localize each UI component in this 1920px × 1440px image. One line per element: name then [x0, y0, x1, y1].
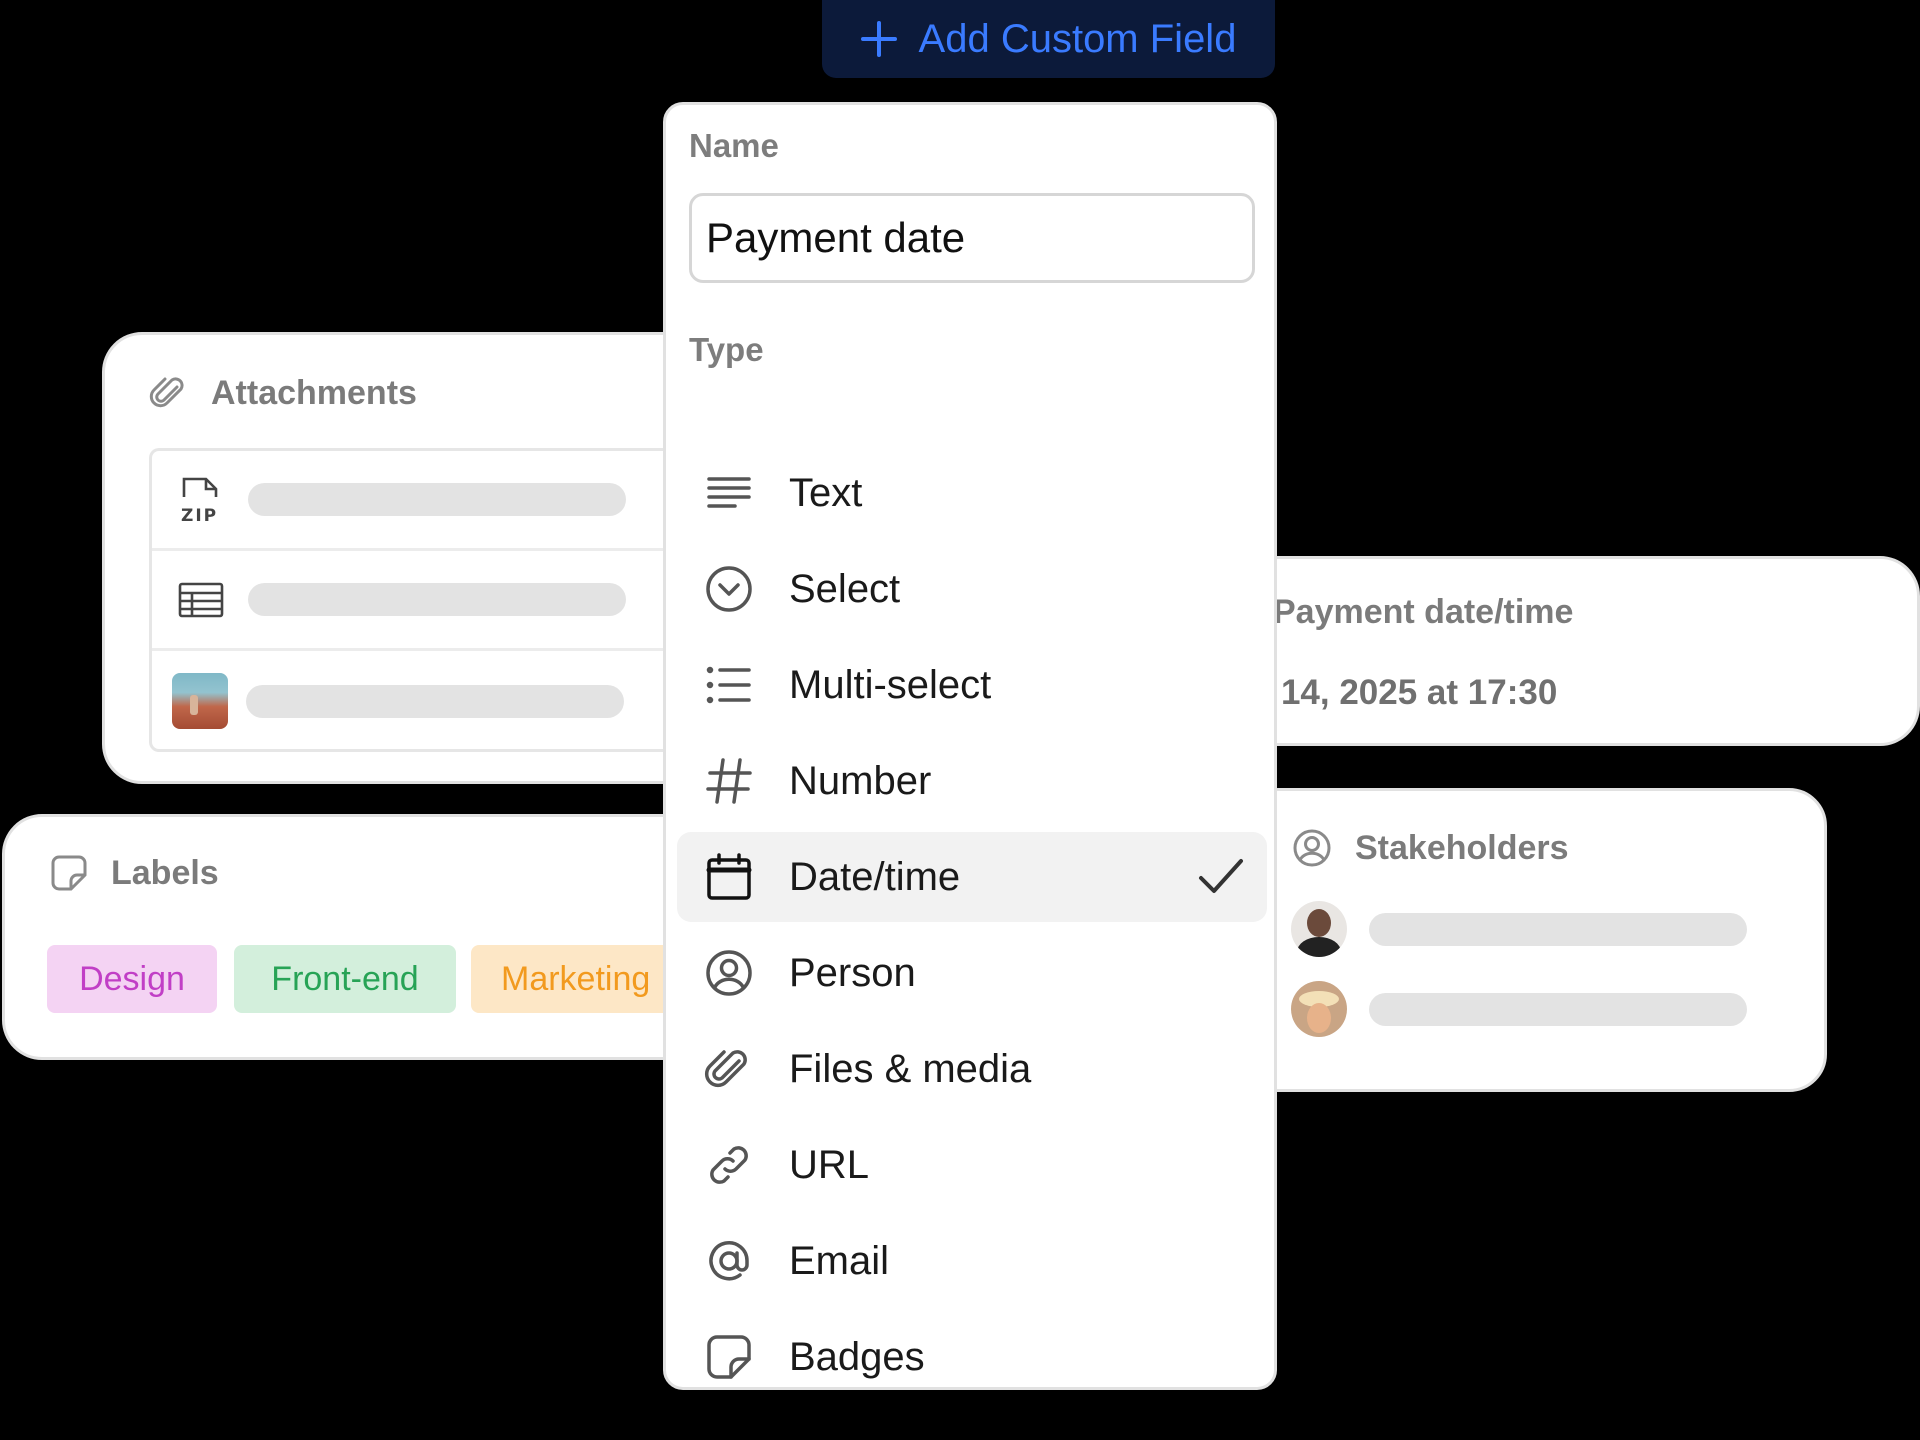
person-circle-icon — [1293, 829, 1331, 867]
list-icon — [703, 659, 755, 711]
tag-marketing[interactable]: Marketing — [471, 945, 691, 1013]
avatar — [1291, 901, 1347, 957]
attachment-row[interactable] — [152, 551, 729, 651]
text-lines-icon — [703, 467, 755, 519]
labels-card: Labels Design Front-end Marketing — [2, 814, 742, 1060]
type-option-label: Badges — [789, 1334, 925, 1379]
stakeholder-row[interactable] — [1291, 901, 1747, 957]
type-option-files-media[interactable]: Files & media — [677, 1021, 1267, 1117]
type-option-text[interactable]: Text — [677, 445, 1267, 541]
stakeholder-placeholder-bar — [1369, 992, 1747, 1026]
tag-front-end[interactable]: Front-end — [234, 945, 456, 1013]
type-option-badges[interactable]: Badges — [677, 1309, 1267, 1405]
table-icon — [172, 571, 230, 629]
type-list: Text Select Multi-select Number Date/tim… — [677, 445, 1267, 1405]
at-icon — [703, 1235, 755, 1287]
attachments-card: Attachments ZIP — [102, 332, 742, 784]
type-label: Type — [689, 331, 764, 368]
attachment-placeholder-bar — [248, 483, 626, 516]
sticker-icon — [703, 1331, 755, 1383]
type-option-label: Select — [789, 566, 901, 611]
labels-title: Labels — [111, 853, 219, 892]
sticker-icon — [51, 855, 87, 891]
stakeholders-title: Stakeholders — [1355, 828, 1569, 867]
tag-design[interactable]: Design — [47, 945, 217, 1013]
plus-icon — [860, 21, 897, 57]
attachment-row[interactable]: ZIP — [152, 451, 729, 551]
type-option-url[interactable]: URL — [677, 1117, 1267, 1213]
type-option-datetime[interactable]: Date/time — [677, 832, 1267, 922]
image-thumbnail — [172, 673, 228, 729]
type-option-label: Files & media — [789, 1046, 1032, 1091]
add-custom-field-label: Add Custom Field — [918, 16, 1237, 61]
link-icon — [703, 1139, 755, 1191]
paperclip-icon — [703, 1043, 755, 1095]
type-option-label: Text — [789, 470, 863, 515]
attachment-placeholder-bar — [248, 583, 626, 616]
stakeholders-header: Stakeholders — [1291, 827, 1569, 869]
hash-icon — [703, 755, 755, 807]
payment-datetime-title: Payment date/time — [1273, 592, 1574, 631]
svg-text:ZIP: ZIP — [181, 506, 218, 525]
custom-field-dropdown: Name Type Text Select Multi-select Numbe — [663, 102, 1277, 1390]
chevron-circle-icon — [703, 563, 755, 615]
labels-header: Labels — [49, 853, 219, 893]
type-option-select[interactable]: Select — [677, 541, 1267, 637]
person-circle-icon — [703, 947, 755, 999]
type-option-label: Number — [789, 758, 932, 803]
stakeholder-row[interactable] — [1291, 981, 1747, 1037]
attachments-title: Attachments — [211, 373, 417, 412]
type-option-label: URL — [789, 1142, 870, 1187]
type-option-label: Person — [789, 950, 916, 995]
type-option-multi-select[interactable]: Multi-select — [677, 637, 1267, 733]
type-option-label: Multi-select — [789, 662, 992, 707]
stakeholders-card: Stakeholders — [1240, 788, 1827, 1092]
checkmark-icon — [1197, 854, 1245, 903]
attachment-placeholder-bar — [246, 684, 624, 718]
type-option-label: Email — [789, 1238, 890, 1283]
type-option-label: Date/time — [789, 854, 961, 899]
avatar — [1291, 981, 1347, 1037]
name-label: Name — [689, 127, 779, 164]
stakeholder-placeholder-bar — [1369, 912, 1747, 946]
attachment-row[interactable] — [152, 651, 729, 751]
type-option-number[interactable]: Number — [677, 733, 1267, 829]
type-option-person[interactable]: Person — [677, 925, 1267, 1021]
calendar-icon — [703, 851, 755, 903]
add-custom-field-button[interactable]: Add Custom Field — [822, 0, 1275, 78]
name-input[interactable] — [689, 193, 1255, 283]
type-option-email[interactable]: Email — [677, 1213, 1267, 1309]
zip-file-icon: ZIP — [172, 471, 230, 529]
paperclip-icon — [149, 377, 184, 408]
attachments-header: Attachments — [149, 373, 417, 413]
attachments-list: ZIP — [149, 448, 729, 752]
